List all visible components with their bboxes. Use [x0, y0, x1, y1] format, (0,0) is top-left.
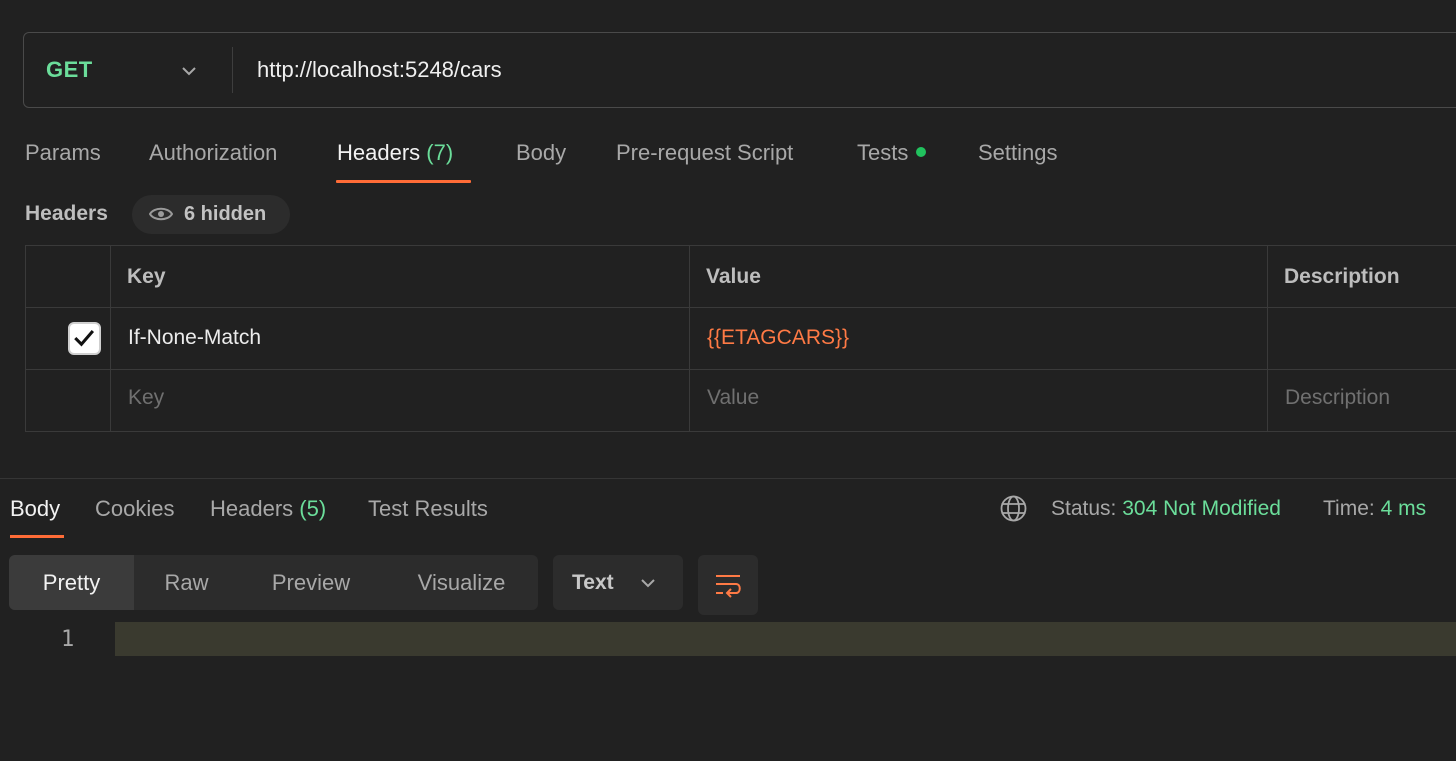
active-tab-indicator	[336, 180, 471, 183]
pane-divider[interactable]	[0, 478, 1456, 479]
headers-count: (7)	[426, 140, 454, 165]
url-input[interactable]: http://localhost:5248/cars	[257, 57, 502, 83]
url-separator	[232, 47, 233, 93]
mode-preview[interactable]: Preview	[251, 555, 371, 610]
tab-tests[interactable]: Tests	[857, 140, 927, 166]
headers-table: Key Value Description If-None-Match {{ET…	[25, 245, 1456, 432]
response-time[interactable]: Time: 4 ms	[1323, 497, 1426, 521]
method-selector[interactable]: GET	[46, 57, 93, 83]
mode-raw[interactable]: Raw	[134, 555, 239, 610]
content-type-label: Text	[572, 571, 614, 594]
response-tab-test-results[interactable]: Test Results	[368, 496, 488, 522]
tab-authorization[interactable]: Authorization	[149, 140, 277, 166]
column-divider	[689, 246, 690, 432]
new-value-input[interactable]: Value	[707, 386, 759, 410]
tab-body[interactable]: Body	[516, 140, 566, 166]
tab-params[interactable]: Params	[25, 140, 101, 166]
tab-headers[interactable]: Headers (7)	[337, 140, 453, 166]
mode-visualize[interactable]: Visualize	[394, 555, 529, 610]
mode-pretty[interactable]: Pretty	[9, 555, 134, 610]
headers-section-title: Headers	[25, 202, 108, 225]
content-type-select[interactable]: Text	[553, 555, 683, 610]
hidden-headers-toggle[interactable]: 6 hidden	[132, 195, 290, 234]
line-number: 1	[61, 627, 75, 652]
table-divider	[26, 369, 1456, 370]
hidden-count-label: 6 hidden	[184, 203, 267, 225]
new-description-input[interactable]: Description	[1285, 386, 1390, 410]
response-tab-body[interactable]: Body	[10, 496, 60, 522]
checkmark-icon	[74, 330, 95, 347]
new-key-input[interactable]: Key	[128, 386, 164, 410]
eye-icon	[149, 207, 173, 221]
chevron-down-icon	[641, 579, 655, 588]
header-value-cell[interactable]: {{ETAGCARS}}	[707, 326, 849, 350]
column-divider	[1267, 246, 1268, 432]
table-divider	[26, 307, 1456, 308]
view-mode-selector: Pretty Raw Preview Visualize	[9, 555, 538, 610]
globe-icon[interactable]	[1000, 495, 1027, 522]
active-response-tab-indicator	[10, 535, 64, 538]
header-key-cell[interactable]: If-None-Match	[128, 326, 261, 350]
column-header-key: Key	[127, 265, 166, 288]
tab-pre-request-script[interactable]: Pre-request Script	[616, 140, 793, 166]
column-header-value: Value	[706, 265, 761, 288]
chevron-down-icon[interactable]	[179, 61, 199, 81]
response-tab-cookies[interactable]: Cookies	[95, 496, 174, 522]
column-header-description: Description	[1284, 265, 1400, 288]
response-tab-headers[interactable]: Headers (5)	[210, 496, 326, 522]
tab-settings[interactable]: Settings	[978, 140, 1058, 166]
active-line-highlight[interactable]	[115, 622, 1456, 656]
wrap-lines-icon	[716, 575, 741, 598]
tests-status-dot	[916, 147, 927, 158]
response-headers-count: (5)	[299, 496, 327, 521]
header-enabled-checkbox[interactable]	[68, 322, 101, 355]
response-status[interactable]: Status: 304 Not Modified	[1051, 497, 1281, 521]
request-url-bar: GET http://localhost:5248/cars	[23, 32, 1456, 108]
column-divider	[110, 246, 111, 432]
wrap-lines-button[interactable]	[698, 555, 758, 615]
